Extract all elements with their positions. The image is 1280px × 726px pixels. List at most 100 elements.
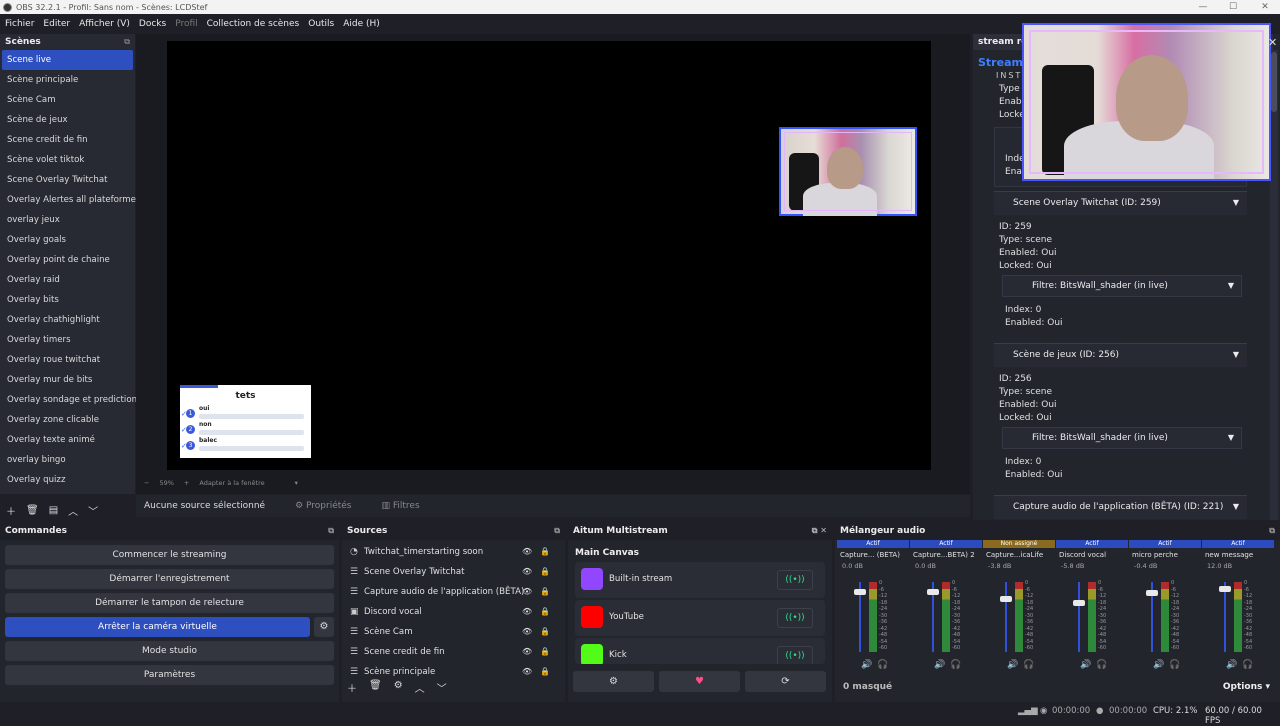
channel-name[interactable]: new message	[1202, 551, 1274, 559]
scene-item[interactable]: Scène volet tiktok	[0, 150, 135, 170]
stop-virtual-camera-button[interactable]: Arrêter la caméra virtuelle	[5, 617, 310, 637]
channel-name[interactable]: Capture... (BÊTA)	[837, 551, 909, 559]
webcam-window[interactable]	[1022, 23, 1271, 181]
move-up-icon[interactable]: ︿	[415, 680, 425, 695]
properties-button[interactable]: ⚙ Propriétés	[295, 501, 351, 511]
volume-slider-track[interactable]	[1005, 582, 1007, 652]
move-up-icon[interactable]: ︿	[68, 503, 78, 518]
speaker-icon[interactable]: 🔊	[1007, 660, 1018, 670]
filters-button[interactable]: ▥ Filtres	[381, 501, 419, 511]
speaker-icon[interactable]: 🔊	[934, 660, 945, 670]
menu-editer[interactable]: Editer	[40, 19, 73, 29]
volume-slider-knob[interactable]	[1000, 596, 1012, 602]
scrollbar-thumb[interactable]	[1271, 52, 1277, 112]
headphones-icon[interactable]: 🎧	[1169, 660, 1180, 670]
channel-name[interactable]: Capture...BÊTA) 2	[910, 551, 982, 559]
stream-toggle-button[interactable]: ((•))	[777, 570, 813, 590]
lock-icon[interactable]: 🔒	[540, 622, 550, 642]
headphones-icon[interactable]: 🎧	[1023, 660, 1034, 670]
scene-item[interactable]: overlay bingo	[0, 450, 135, 470]
delete-scene-icon[interactable]: 🗑	[26, 505, 39, 516]
gear-icon[interactable]: ⚙	[573, 671, 654, 692]
close-icon[interactable]: ✕	[1268, 36, 1277, 49]
speaker-icon[interactable]: 🔊	[1226, 660, 1237, 670]
scrollbar[interactable]	[1270, 50, 1278, 520]
scene-item[interactable]: Overlay goals	[0, 230, 135, 250]
scene-item[interactable]: Overlay texte animé	[0, 430, 135, 450]
options-button[interactable]: Options ▾	[1223, 682, 1270, 692]
scene-item[interactable]: Scene credit de fin	[0, 130, 135, 150]
headphones-icon[interactable]: 🎧	[950, 660, 961, 670]
webcam-source-preview[interactable]	[779, 127, 917, 216]
start-replay-buffer-button[interactable]: Démarrer le tampon de relecture	[5, 593, 334, 613]
delete-source-icon[interactable]: 🗑	[369, 680, 382, 695]
filter-header[interactable]: Filtre: BitsWall_shader (in live) ▼	[1002, 275, 1242, 297]
maximize-icon[interactable]: ☐	[1218, 0, 1248, 14]
eye-icon[interactable]: 👁	[522, 602, 532, 622]
eye-icon[interactable]: 👁	[522, 642, 532, 662]
source-item[interactable]: ☰ Scene Overlay Twitchat 👁 🔒	[342, 562, 565, 582]
zoom-out-icon[interactable]: −	[144, 479, 149, 487]
scene-item[interactable]: Scène principale	[0, 70, 135, 90]
volume-slider-knob[interactable]	[927, 589, 939, 595]
scene-item[interactable]: Overlay Alertes all plateforme	[0, 190, 136, 210]
scene-item[interactable]: Scene live	[2, 50, 133, 70]
float-dock-icon[interactable]: ⧉	[328, 526, 334, 536]
gear-icon[interactable]: ⚙	[394, 680, 403, 695]
float-dock-icon[interactable]: ⧉	[1269, 526, 1275, 536]
channel-name[interactable]: micro perche	[1129, 551, 1201, 559]
eye-icon[interactable]: 👁	[522, 582, 532, 602]
menu-profil[interactable]: Profil	[172, 19, 200, 29]
volume-slider-knob[interactable]	[1073, 599, 1085, 606]
menu-fichier[interactable]: Fichier	[2, 19, 37, 29]
section-header[interactable]: Scène de jeux (ID: 256) ▼	[994, 343, 1247, 367]
fit-dropdown[interactable]: Adapter à la fenêtre	[199, 479, 264, 487]
scene-item[interactable]: Overlay bits	[0, 290, 135, 310]
menu-outils[interactable]: Outils	[305, 19, 337, 29]
scene-item[interactable]: Overlay zone clicable	[0, 410, 135, 430]
volume-slider-track[interactable]	[1224, 582, 1226, 652]
scene-item[interactable]: Overlay sondage et prediction	[0, 390, 137, 410]
start-recording-button[interactable]: Démarrer l'enregistrement	[5, 569, 334, 589]
lock-icon[interactable]: 🔒	[540, 562, 550, 582]
eye-icon[interactable]: 👁	[522, 662, 532, 682]
settings-button[interactable]: Paramètres	[5, 665, 334, 685]
close-icon[interactable]: ⧉ ✕	[812, 526, 827, 536]
source-item[interactable]: ☰ Capture audio de l'application (BÊTA) 👁 🔒	[342, 582, 565, 602]
start-streaming-button[interactable]: Commencer le streaming	[5, 545, 334, 565]
eye-icon[interactable]: 👁	[522, 622, 532, 642]
heart-icon[interactable]: ♥	[659, 671, 740, 692]
volume-slider-knob[interactable]	[854, 589, 866, 595]
scene-filters-icon[interactable]: ▤	[49, 505, 58, 516]
scene-item[interactable]: Overlay timers	[0, 330, 135, 350]
volume-slider-track[interactable]	[1078, 582, 1080, 652]
lock-icon[interactable]: 🔒	[540, 662, 550, 682]
source-item[interactable]: ☰ Scène Cam 👁 🔒	[342, 622, 565, 642]
menu-aide[interactable]: Aide (H)	[340, 19, 383, 29]
move-down-icon[interactable]: ﹀	[437, 680, 447, 695]
scene-item[interactable]: Overlay quizz	[0, 470, 135, 490]
channel-name[interactable]: Capture...icaLife	[983, 551, 1055, 559]
source-item[interactable]: ▣ Discord vocal 👁 🔒	[342, 602, 565, 622]
section-header[interactable]: Capture audio de l'application (BÊTA) (I…	[994, 495, 1247, 519]
section-header[interactable]: Scene Overlay Twitchat (ID: 259) ▼	[994, 191, 1247, 215]
filter-header[interactable]: Filtre: BitsWall_shader (in live) ▼	[1002, 427, 1242, 449]
lock-icon[interactable]: 🔒	[540, 642, 550, 662]
move-down-icon[interactable]: ﹀	[88, 503, 98, 518]
float-dock-icon[interactable]: ⧉	[554, 526, 560, 536]
speaker-icon[interactable]: 🔊	[1080, 660, 1091, 670]
eye-icon[interactable]: 👁	[522, 542, 532, 562]
headphones-icon[interactable]: 🎧	[877, 660, 888, 670]
volume-slider-knob[interactable]	[1219, 585, 1231, 592]
speaker-icon[interactable]: 🔊	[1153, 660, 1164, 670]
zoom-in-icon[interactable]: +	[184, 479, 189, 487]
headphones-icon[interactable]: 🎧	[1096, 660, 1107, 670]
scene-item[interactable]: Scene Overlay Twitchat	[0, 170, 135, 190]
source-item[interactable]: ☰ Scène principale 👁 🔒	[342, 662, 565, 682]
volume-slider-knob[interactable]	[1146, 590, 1158, 597]
stream-toggle-button[interactable]: ((•))	[777, 646, 813, 664]
add-scene-icon[interactable]: ＋	[6, 503, 16, 518]
scene-item[interactable]: overlay jeux	[0, 210, 135, 230]
scene-item[interactable]: Overlay chathighlight	[0, 310, 135, 330]
minimize-icon[interactable]: —	[1188, 0, 1218, 14]
